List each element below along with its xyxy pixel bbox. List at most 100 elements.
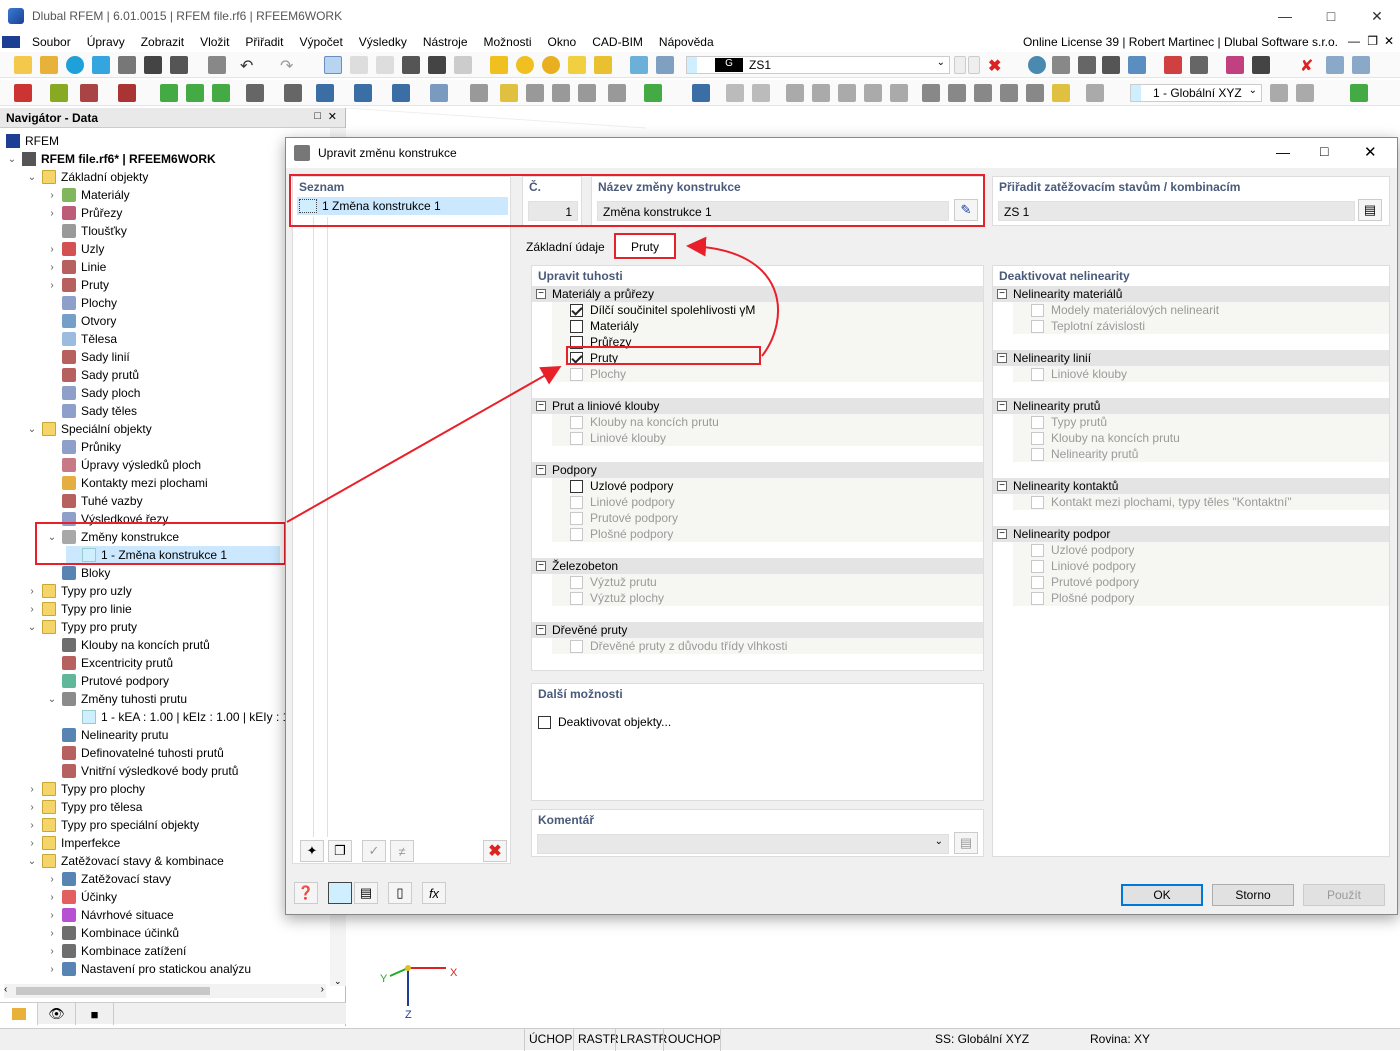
option-checkbox[interactable] [1031, 367, 1044, 381]
tree-item-ucinky[interactable]: › Účinky [46, 888, 117, 906]
tree-item-linie[interactable]: › Linie [46, 258, 106, 276]
section-zelezobeton[interactable]: − Železobeton [532, 558, 983, 574]
line-tool-icon[interactable] [50, 84, 68, 102]
tree-item-nastaveni-pro-statickou-analyzu[interactable]: › Nastavení pro statickou analýzu [46, 960, 251, 978]
print-icon[interactable] [170, 56, 188, 74]
script-icon[interactable] [428, 56, 446, 74]
view-table-icon[interactable] [324, 56, 342, 74]
option-checkbox[interactable] [1031, 559, 1044, 573]
tree-item-bloky[interactable]: Bloky [46, 564, 110, 582]
tree-item-zatezovaci-stavy-kombinace[interactable]: ⌄ Zatěžovací stavy & kombinace [26, 852, 224, 870]
load5-tool-icon[interactable] [470, 84, 488, 102]
mdi-close-icon[interactable]: ✕ [1384, 34, 1394, 48]
scale-tool-icon[interactable] [608, 84, 626, 102]
expand-icon[interactable]: › [26, 838, 38, 849]
tree-item-pruniky[interactable]: Průniky [46, 438, 121, 456]
curve-tool-icon[interactable] [786, 84, 804, 102]
option-prutove-podpory[interactable]: Prutové podpory [570, 510, 678, 526]
tree-item-zakladni-objekty[interactable]: ⌄ Základní objekty [26, 168, 148, 186]
xxx3-icon[interactable] [1102, 56, 1120, 74]
option-checkbox[interactable] [570, 575, 583, 589]
tree-item-typy-pro-telesa[interactable]: › Typy pro tělesa [26, 798, 142, 816]
pencil-tool-icon[interactable] [1052, 84, 1070, 102]
menu-soubor[interactable]: Soubor [24, 35, 79, 49]
check-all-icon[interactable]: ✓ [362, 840, 386, 862]
collapse-icon[interactable]: − [536, 289, 546, 299]
menu-priradit[interactable]: Přiřadit [237, 35, 291, 49]
option-liniove-klouby[interactable]: Liniové klouby [570, 430, 666, 446]
option-checkbox[interactable] [570, 367, 583, 381]
expand-icon[interactable]: › [26, 586, 38, 597]
collapse-icon[interactable]: − [997, 481, 1007, 491]
option-plochy[interactable]: Plochy [570, 366, 626, 382]
results-table-icon[interactable] [594, 56, 612, 74]
cloud-icon[interactable] [66, 56, 84, 74]
section-drevene-pruty[interactable]: − Dřevěné pruty [532, 622, 983, 638]
option-checkbox[interactable] [570, 591, 583, 605]
tree-item-plochy[interactable]: Plochy [46, 294, 117, 312]
copy-item-icon[interactable]: ❐ [328, 840, 352, 862]
option-checkbox[interactable] [1031, 431, 1044, 445]
minimize-icon[interactable]: — [1262, 0, 1308, 32]
collapse-icon[interactable]: − [997, 401, 1007, 411]
section-nelinearity-linii[interactable]: − Nelinearity linií [993, 350, 1389, 366]
new-file-icon[interactable] [14, 56, 32, 74]
collapse-icon[interactable]: − [997, 289, 1007, 299]
dialog-maximize-icon[interactable]: □ [1320, 143, 1328, 159]
tree-item-imperfekce[interactable]: › Imperfekce [26, 834, 120, 852]
divide-tool-icon[interactable] [644, 84, 662, 102]
tree-item-otvory[interactable]: Otvory [46, 312, 116, 330]
view-list-icon[interactable] [376, 56, 394, 74]
filter-icon[interactable] [1226, 56, 1244, 74]
save-icon[interactable] [144, 56, 162, 74]
plane-tool-icon[interactable] [812, 84, 830, 102]
mdi-minimize-icon[interactable]: — [1348, 34, 1360, 48]
document-icon[interactable] [454, 56, 472, 74]
remove-icon[interactable]: ✘ [1300, 56, 1318, 75]
tree-item-tloustky[interactable]: Tloušťky [46, 222, 127, 240]
status-lgrid[interactable]: LRASTR [620, 1032, 667, 1046]
expand-icon[interactable]: › [46, 874, 58, 885]
tree-item-1-kea-1-00-keiz-1-00-keiy-1-00[interactable]: 1 - kEA : 1.00 | kEIz : 1.00 | kEIy : 1.… [66, 708, 312, 726]
box2-icon[interactable] [1352, 56, 1370, 74]
status-snap[interactable]: ÚCHOP [529, 1032, 572, 1046]
help-icon[interactable]: ❓ [294, 882, 318, 904]
collapse-icon[interactable]: ⌄ [26, 622, 38, 633]
tree-item-uzly[interactable]: › Uzly [46, 240, 104, 258]
lc-wizard-icon[interactable] [656, 56, 674, 74]
view-grid-icon[interactable] [350, 56, 368, 74]
color-swatch-button[interactable] [328, 882, 352, 904]
cancel-button[interactable]: Storno [1212, 884, 1294, 906]
collapse-icon[interactable]: − [536, 625, 546, 635]
rotate-tool-icon[interactable] [552, 84, 570, 102]
option-vyztuz-prutu[interactable]: Výztuž prutu [570, 574, 657, 590]
close-icon[interactable]: ✕ [1354, 0, 1400, 32]
align2-tool-icon[interactable] [948, 84, 966, 102]
section-materialy-a-prurezy[interactable]: − Materiály a průřezy [532, 286, 983, 302]
option-teplotni-zavislosti[interactable]: Teplotní závislosti [1031, 318, 1145, 334]
hatch-tool-icon[interactable] [726, 84, 744, 102]
lc-icon[interactable] [630, 56, 648, 74]
option-checkbox[interactable] [570, 415, 583, 429]
move-tool-icon[interactable] [500, 84, 518, 102]
dialog-minimize-icon[interactable]: — [1276, 144, 1290, 160]
option-checkbox[interactable] [570, 511, 583, 525]
cube-tool-icon[interactable] [838, 84, 856, 102]
print-preview-icon[interactable] [118, 56, 136, 74]
option-nelinearity-prutu[interactable]: Nelinearity prutů [1031, 446, 1138, 462]
option-plosne-podpory[interactable]: Plošné podpory [570, 526, 673, 542]
tab-display-icon[interactable]: 👁 [38, 1003, 76, 1025]
copy-tool-icon[interactable] [526, 84, 544, 102]
tree-item-nelinearity-prutu[interactable]: Nelinearity prutu [46, 726, 168, 744]
menu-okno[interactable]: Okno [540, 35, 585, 49]
option-typy-prutu[interactable]: Typy prutů [1031, 414, 1107, 430]
tree-item-typy-pro-uzly[interactable]: › Typy pro uzly [26, 582, 132, 600]
expand-icon[interactable]: › [46, 190, 58, 201]
option-drevene-pruty-z-duvodu-tridy-vlhkosti[interactable]: Dřevěné pruty z důvodu třídy vlhkosti [570, 638, 787, 654]
display-icon[interactable] [1028, 56, 1046, 74]
comment-field[interactable]: ⌄ [537, 834, 949, 854]
tree-file[interactable]: ⌄ RFEM file.rf6* | RFEEM6WORK [6, 150, 216, 168]
hatch2-tool-icon[interactable] [752, 84, 770, 102]
tab-basic[interactable]: Základní údaje [526, 240, 605, 254]
tree-item-prurezy[interactable]: › Průřezy [46, 204, 122, 222]
